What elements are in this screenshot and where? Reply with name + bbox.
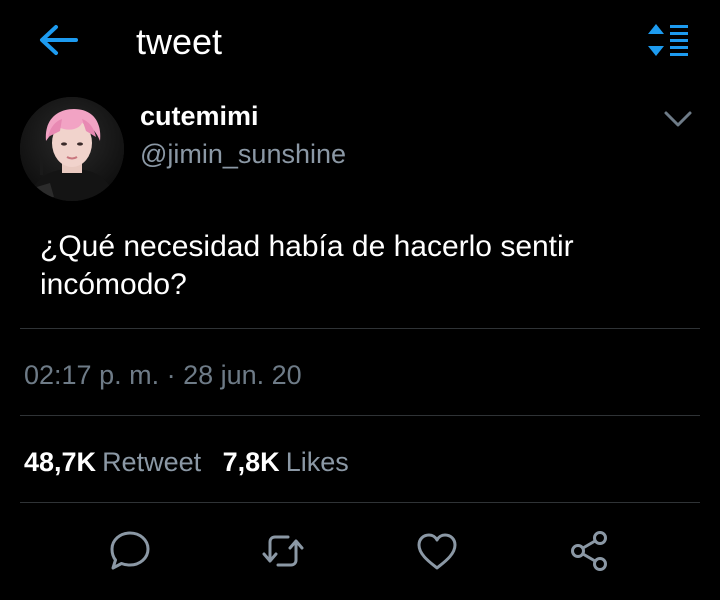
retweet-count: 48,7K [24,447,97,477]
divider [20,415,700,416]
share-icon [571,531,607,571]
author-handle[interactable]: @jimin_sunshine [140,138,346,170]
likes-label: Likes [285,447,349,477]
retweet-stat[interactable]: 48,7K Retweet [24,445,201,479]
heart-icon [417,533,457,570]
author-display-name[interactable]: cutemimi [140,100,259,132]
avatar[interactable] [20,97,124,201]
likes-count: 7,8K [222,447,280,477]
divider [20,328,700,329]
retweet-icon [262,535,304,567]
tweet-text: ¿Qué necesidad había de hacerlo sentir i… [40,230,574,301]
share-button[interactable] [567,528,613,574]
retweet-label: Retweet [102,447,202,477]
reply-icon [110,531,150,570]
chevron-down-icon [664,111,692,127]
sort-button[interactable] [646,22,690,58]
sort-icon [648,24,688,56]
arrow-left-icon [40,25,78,55]
like-button[interactable] [414,528,460,574]
tweet-stats: 48,7K Retweet 7,8K Likes [24,445,349,479]
back-button[interactable] [36,22,80,58]
likes-stat[interactable]: 7,8K Likes [223,445,349,479]
divider [20,502,700,503]
tweet-menu-button[interactable] [660,104,696,134]
page-title: tweet [136,21,223,62]
top-app-bar: tweet [0,0,720,84]
retweet-button[interactable] [260,528,306,574]
avatar-photo [20,97,124,201]
tweet-timestamp: 02:17 p. m. · 28 jun. 20 [24,360,302,390]
reply-button[interactable] [107,528,153,574]
